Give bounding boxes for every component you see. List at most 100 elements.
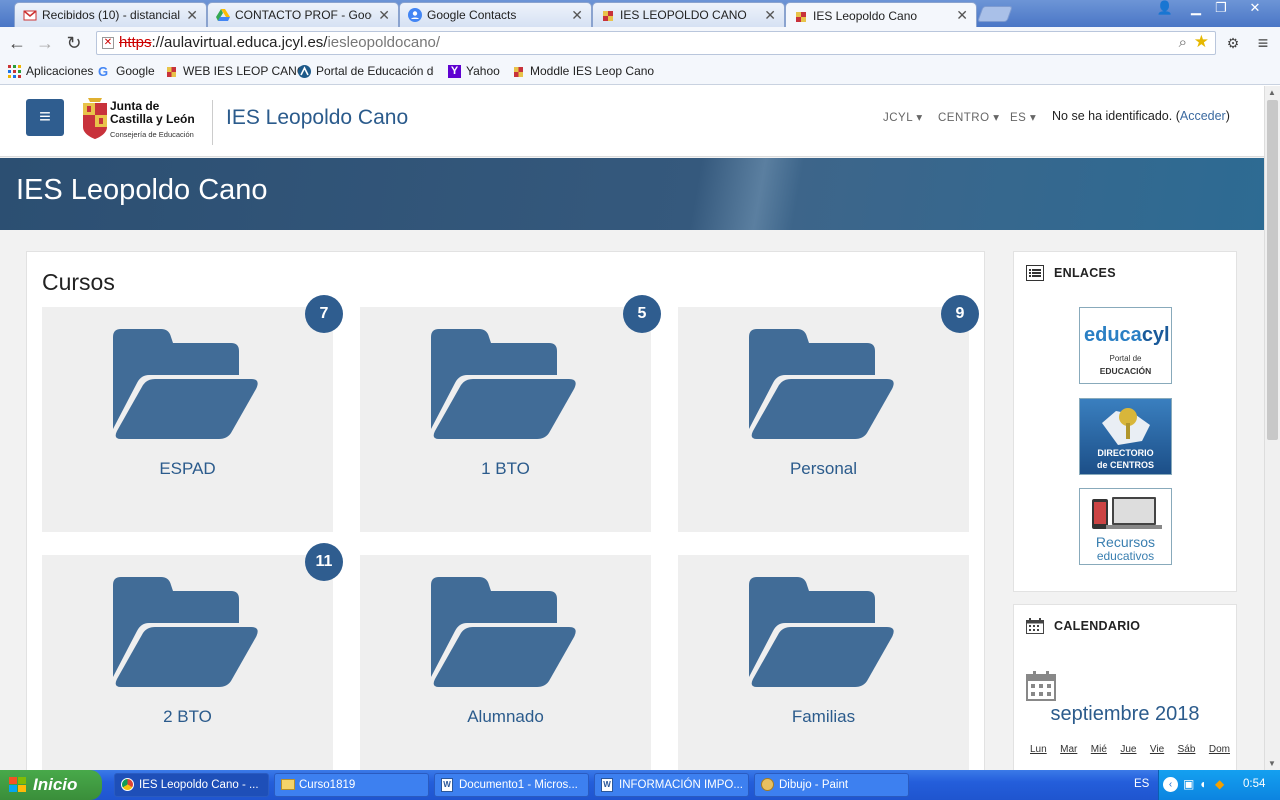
course-category-card[interactable]: 1 BTO bbox=[360, 307, 651, 532]
url-path: iesleopoldocano/ bbox=[327, 34, 441, 51]
extension-icon[interactable]: ⚙ bbox=[1222, 33, 1244, 53]
course-category-name[interactable]: 1 BTO bbox=[360, 459, 651, 479]
reload-button[interactable]: ↻ bbox=[63, 33, 85, 53]
task-label: IES Leopoldo Cano - ... bbox=[139, 779, 259, 791]
close-icon[interactable]: ✕ bbox=[571, 7, 583, 24]
tab-ies-upper[interactable]: IES LEOPOLDO CANO ✕ bbox=[592, 2, 785, 27]
task-paint[interactable]: Dibujo - Paint bbox=[754, 773, 909, 797]
site-name-link[interactable]: IES Leopoldo Cano bbox=[226, 106, 408, 130]
close-icon[interactable]: ✕ bbox=[186, 7, 198, 24]
folder-open-icon bbox=[431, 329, 576, 439]
url-scheme: https bbox=[119, 34, 152, 51]
start-label: Inicio bbox=[33, 775, 78, 794]
educacyl-sub: Portal de bbox=[1109, 354, 1142, 363]
paint-icon bbox=[761, 778, 774, 791]
new-tab-button[interactable] bbox=[977, 6, 1013, 22]
junta-logo[interactable]: Junta de Castilla y León Consejería de E… bbox=[82, 94, 202, 148]
tab-contacts[interactable]: Google Contacts ✕ bbox=[399, 2, 592, 27]
bookmark-google[interactable]: G Google bbox=[98, 64, 155, 78]
windows-taskbar: Inicio IES Leopoldo Cano - ... Curso1819… bbox=[0, 770, 1280, 800]
bookmark-portal-educacion[interactable]: Portal de Educación de l bbox=[298, 64, 434, 78]
hamburger-menu-button[interactable]: ≡ bbox=[26, 99, 64, 136]
tray-network-icon[interactable]: ▣ bbox=[1183, 777, 1194, 791]
tab-gmail[interactable]: Recibidos (10) - distancialeoc ✕ bbox=[14, 2, 207, 27]
bookmark-apps[interactable]: Aplicaciones bbox=[8, 64, 93, 78]
course-category-name[interactable]: Familias bbox=[678, 707, 969, 727]
directorio-text: de CENTROS bbox=[1096, 460, 1154, 470]
calendar-block-title: CALENDARIO bbox=[1054, 619, 1141, 633]
coat-of-arms-icon bbox=[514, 66, 523, 77]
course-category-name[interactable]: Alumnado bbox=[360, 707, 651, 727]
back-button[interactable]: ← bbox=[6, 33, 28, 53]
recursos-educativos-link[interactable]: Recursos educativos bbox=[1079, 488, 1172, 565]
educacyl-link[interactable]: educacyl Portal de EDUCACIÓN bbox=[1079, 307, 1172, 384]
task-folder[interactable]: Curso1819 bbox=[274, 773, 429, 797]
task-word-2[interactable]: W INFORMACIÓN IMPO... bbox=[594, 773, 749, 797]
course-category-name[interactable]: ESPAD bbox=[42, 459, 333, 479]
course-category-name[interactable]: Personal bbox=[678, 459, 969, 479]
menu-icon[interactable]: ≡ bbox=[1252, 33, 1274, 53]
insecure-lock-icon: ✕ bbox=[102, 37, 114, 49]
scroll-down-icon[interactable]: ▼ bbox=[1268, 759, 1276, 768]
close-icon[interactable]: ✕ bbox=[956, 7, 968, 24]
close-icon[interactable]: ✕ bbox=[378, 7, 390, 24]
bookmarks-bar: Aplicaciones G Google WEB IES LEOP CANO … bbox=[0, 59, 1280, 85]
task-word-1[interactable]: W Documento1 - Micros... bbox=[434, 773, 589, 797]
calendar-weekdays: Lun Mar Mié Jue Vie Sáb Dom bbox=[1030, 744, 1230, 755]
scroll-up-icon[interactable]: ▲ bbox=[1268, 88, 1276, 97]
course-category-name[interactable]: 2 BTO bbox=[42, 707, 333, 727]
user-icon[interactable]: 👤 bbox=[1152, 0, 1178, 18]
page-scrollbar[interactable]: ▲ ▼ bbox=[1264, 86, 1280, 770]
tray-security-icon[interactable]: ◆ bbox=[1215, 777, 1224, 791]
course-category-card[interactable]: Alumnado bbox=[360, 555, 651, 770]
bookmark-moodle[interactable]: Moddle IES Leop Cano bbox=[512, 64, 654, 78]
start-button[interactable]: Inicio bbox=[0, 770, 102, 800]
menu-language[interactable]: ES ▾ bbox=[1010, 110, 1036, 124]
site-header: ≡ Junta de Castilla y León Consejería de… bbox=[0, 86, 1264, 157]
system-tray: ‹ ▣ ◖ ◆ 0:54 bbox=[1158, 770, 1280, 800]
links-block-title: ENLACES bbox=[1054, 266, 1116, 280]
star-icon[interactable]: ★ bbox=[1194, 31, 1209, 53]
directorio-centros-link[interactable]: DIRECTORIO de CENTROS bbox=[1079, 398, 1172, 475]
course-category-card[interactable]: Familias bbox=[678, 555, 969, 770]
tab-title: Recibidos (10) - distancialeoc bbox=[42, 8, 181, 22]
folder-open-icon bbox=[431, 577, 576, 687]
login-link[interactable]: Acceder bbox=[1180, 109, 1226, 123]
task-chrome[interactable]: IES Leopoldo Cano - ... bbox=[114, 773, 269, 797]
course-count-badge: 7 bbox=[305, 295, 343, 333]
recursos-text: Recursos bbox=[1095, 534, 1156, 550]
close-icon[interactable]: ✕ bbox=[764, 7, 776, 24]
caret-down-icon: ▾ bbox=[1030, 112, 1037, 124]
clock[interactable]: 0:54 bbox=[1243, 778, 1265, 790]
zoom-icon[interactable]: ⌕ bbox=[1179, 32, 1187, 54]
directorio-text: DIRECTORIO bbox=[1097, 448, 1154, 458]
bookmark-web-ies[interactable]: WEB IES LEOP CANO bbox=[165, 64, 306, 78]
web-page: ≡ Junta de Castilla y León Consejería de… bbox=[0, 86, 1264, 770]
bookmark-yahoo[interactable]: Y Yahoo bbox=[448, 64, 500, 78]
forward-button[interactable]: → bbox=[34, 33, 56, 53]
weekday: Lun bbox=[1030, 744, 1047, 755]
google-drive-icon bbox=[216, 9, 230, 21]
minimize-button[interactable]: ▁ bbox=[1183, 0, 1209, 18]
educacyl-logo-part: educa bbox=[1084, 324, 1142, 346]
folder-open-icon bbox=[749, 329, 894, 439]
menu-jcyl[interactable]: JCYL ▾ bbox=[883, 110, 923, 124]
tray-arrow-icon[interactable]: ‹ bbox=[1163, 777, 1178, 792]
weekday: Mié bbox=[1090, 744, 1107, 755]
course-category-card[interactable]: Personal bbox=[678, 307, 969, 532]
close-window-button[interactable]: ✕ bbox=[1240, 0, 1270, 18]
course-category-card[interactable]: 2 BTO bbox=[42, 555, 333, 770]
calendar-icon bbox=[1026, 618, 1044, 634]
restore-button[interactable]: ❐ bbox=[1208, 0, 1234, 18]
course-category-card[interactable]: ESPAD bbox=[42, 307, 333, 532]
tab-ies-active[interactable]: IES Leopoldo Cano ✕ bbox=[785, 2, 977, 28]
bookmark-label: Moddle IES Leop Cano bbox=[530, 64, 655, 78]
address-bar[interactable]: ✕ https://aulavirtual.educa.jcyl.es/iesl… bbox=[96, 31, 1216, 55]
scrollbar-thumb[interactable] bbox=[1267, 100, 1278, 440]
browser-tab-strip: Recibidos (10) - distancialeoc ✕ CONTACT… bbox=[0, 0, 1280, 28]
tab-drive[interactable]: CONTACTO PROF - Google D ✕ bbox=[207, 2, 399, 27]
course-count-badge: 11 bbox=[305, 543, 343, 581]
tray-volume-icon[interactable]: ◖ bbox=[1199, 777, 1206, 791]
language-indicator[interactable]: ES bbox=[1134, 778, 1149, 790]
menu-centro[interactable]: CENTRO ▾ bbox=[938, 110, 1000, 124]
